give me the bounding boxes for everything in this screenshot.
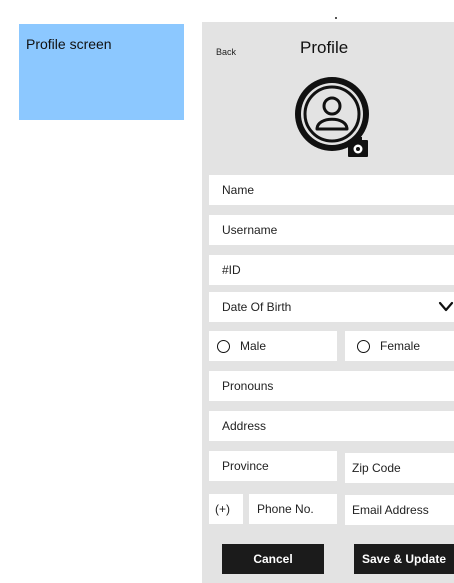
province-placeholder: Province <box>222 459 269 473</box>
chevron-down-icon <box>438 301 454 312</box>
female-radio[interactable] <box>357 339 370 353</box>
male-label: Male <box>240 339 267 353</box>
pronouns-field[interactable]: Pronouns <box>209 371 454 401</box>
phone-prefix-field[interactable]: (+) <box>209 494 243 524</box>
annotation-note: Profile screen <box>19 24 184 120</box>
page-title: Profile <box>300 38 349 57</box>
email-field[interactable]: Email Address <box>345 495 454 525</box>
id-placeholder: #ID <box>222 263 241 277</box>
province-field[interactable]: Province <box>209 451 337 481</box>
zip-field[interactable]: Zip Code <box>345 453 454 483</box>
save-update-button[interactable]: Save & Update <box>354 544 454 574</box>
dob-dropdown[interactable]: Date Of Birth <box>209 292 454 322</box>
phone-prefix: (+) <box>215 502 230 516</box>
stray-mark <box>335 17 337 19</box>
phone-placeholder: Phone No. <box>257 502 314 516</box>
email-placeholder: Email Address <box>352 503 429 517</box>
user-circle-icon <box>295 77 369 157</box>
address-field[interactable]: Address <box>209 411 454 441</box>
pronouns-placeholder: Pronouns <box>222 379 274 393</box>
dob-placeholder: Date Of Birth <box>222 300 292 314</box>
profile-screen: Back Profile Name Username #ID Date Of B… <box>202 22 454 583</box>
address-placeholder: Address <box>222 419 267 433</box>
camera-icon <box>348 137 368 157</box>
back-button[interactable]: Back <box>216 47 236 57</box>
zip-placeholder: Zip Code <box>352 461 401 475</box>
name-field[interactable]: Name <box>209 175 454 205</box>
id-field[interactable]: #ID <box>209 255 454 285</box>
annotation-label: Profile screen <box>26 36 112 52</box>
username-placeholder: Username <box>222 223 278 237</box>
gender-male-option[interactable]: Male <box>209 331 337 361</box>
gender-female-option[interactable]: Female <box>345 331 454 361</box>
avatar[interactable] <box>292 74 378 160</box>
male-radio[interactable] <box>217 339 230 353</box>
name-placeholder: Name <box>222 183 255 197</box>
phone-field[interactable]: Phone No. <box>249 494 337 524</box>
cancel-button[interactable]: Cancel <box>222 544 324 574</box>
username-field[interactable]: Username <box>209 215 454 245</box>
female-label: Female <box>380 339 421 353</box>
